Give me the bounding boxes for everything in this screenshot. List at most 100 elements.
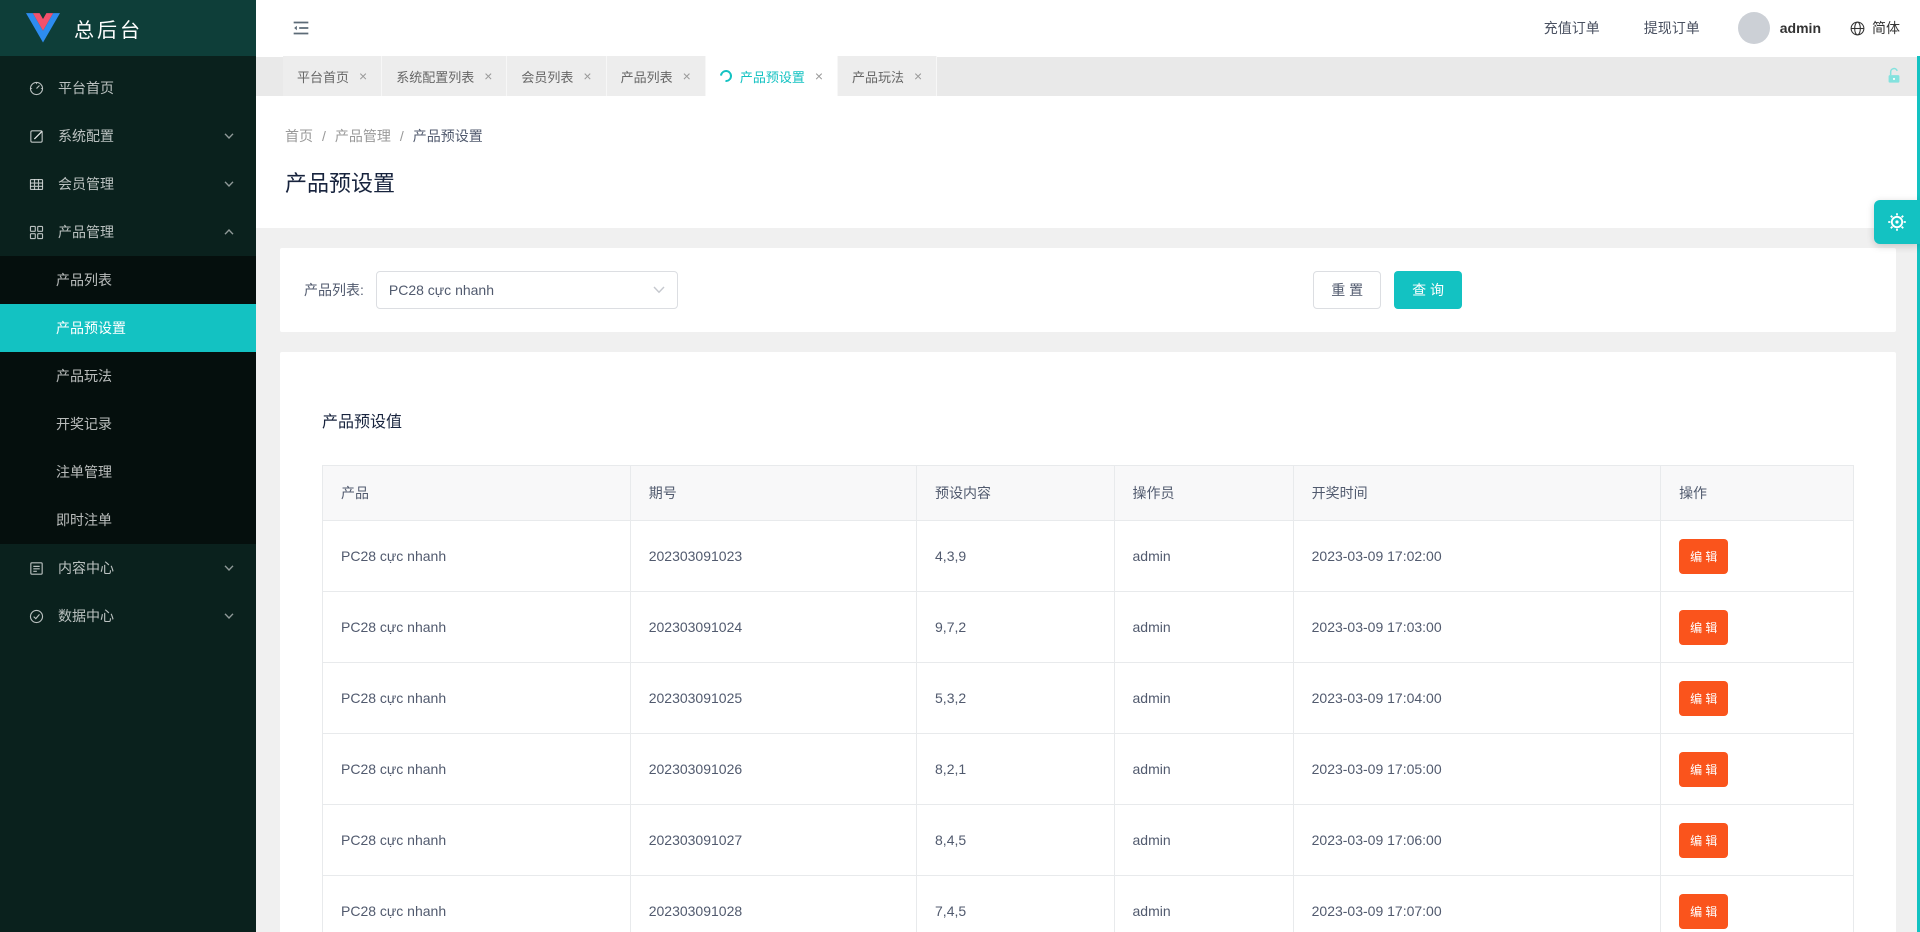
sidebar-item-label: 内容中心 xyxy=(58,558,224,578)
breadcrumb-item: 产品预设置 xyxy=(413,128,483,144)
cell-operator: admin xyxy=(1114,734,1293,805)
cell-product: PC28 cực nhanh xyxy=(323,663,631,734)
language-label: 简体 xyxy=(1872,18,1900,38)
sidebar-item[interactable]: 会员管理 xyxy=(0,160,256,208)
close-icon[interactable]: × xyxy=(914,69,922,83)
table-row: PC28 cực nhanh2023030910278,4,5admin2023… xyxy=(323,805,1854,876)
settings-gear-button[interactable] xyxy=(1874,200,1920,244)
sidebar-subitem[interactable]: 产品玩法 xyxy=(0,352,256,400)
sidebar-subitem[interactable]: 产品预设置 xyxy=(0,304,256,352)
cell-product: PC28 cực nhanh xyxy=(323,521,631,592)
edit-button[interactable]: 编 辑 xyxy=(1679,752,1728,787)
chevron-down-icon xyxy=(224,181,234,187)
lock-icon[interactable] xyxy=(1884,66,1904,86)
table-header-row: 产品期号预设内容操作员开奖时间操作 xyxy=(323,466,1854,521)
language-switch[interactable]: 简体 xyxy=(1849,18,1900,38)
tab-label: 产品玩法 xyxy=(852,67,904,86)
edit-button[interactable]: 编 辑 xyxy=(1679,823,1728,858)
cell-preset: 9,7,2 xyxy=(917,592,1114,663)
close-icon[interactable]: × xyxy=(359,69,367,83)
cell-operator: admin xyxy=(1114,805,1293,876)
sidebar-subitem[interactable]: 注单管理 xyxy=(0,448,256,496)
product-select[interactable]: PC28 cực nhanh xyxy=(376,271,678,309)
breadcrumb-separator: / xyxy=(322,128,326,144)
sidebar-subitem[interactable]: 产品列表 xyxy=(0,256,256,304)
refresh-icon xyxy=(717,68,734,85)
withdraw-orders-link[interactable]: 提现订单 xyxy=(1644,18,1700,38)
breadcrumb-item[interactable]: 首页 xyxy=(285,128,313,144)
tab-label: 产品预设置 xyxy=(740,67,805,86)
sidebar-subitem-label: 注单管理 xyxy=(56,464,112,480)
avatar[interactable] xyxy=(1738,12,1770,44)
edit-button[interactable]: 编 辑 xyxy=(1679,539,1728,574)
cell-time: 2023-03-09 17:06:00 xyxy=(1293,805,1660,876)
close-icon[interactable]: × xyxy=(815,69,823,83)
sidebar-subitem-label: 产品预设置 xyxy=(56,320,126,336)
table-row: PC28 cực nhanh2023030910268,2,1admin2023… xyxy=(323,734,1854,805)
sidebar-subitem-label: 开奖记录 xyxy=(56,416,112,432)
tab-label: 平台首页 xyxy=(297,67,349,86)
column-header: 预设内容 xyxy=(917,466,1114,521)
chevron-down-icon xyxy=(224,565,234,571)
cell-product: PC28 cực nhanh xyxy=(323,805,631,876)
sidebar-subitem-label: 即时注单 xyxy=(56,512,112,528)
dashboard-icon xyxy=(28,79,46,97)
recharge-orders-link[interactable]: 充值订单 xyxy=(1544,18,1600,38)
tab[interactable]: 产品玩法 × xyxy=(838,56,937,96)
cell-operator: admin xyxy=(1114,521,1293,592)
cell-product: PC28 cực nhanh xyxy=(323,876,631,932)
sidebar-subitem[interactable]: 即时注单 xyxy=(0,496,256,544)
sidebar-item[interactable]: 产品管理 xyxy=(0,208,256,256)
query-button[interactable]: 查 询 xyxy=(1394,271,1462,309)
cell-time: 2023-03-09 17:03:00 xyxy=(1293,592,1660,663)
sidebar-menu: 平台首页 系统配置 会员管理 产品管理 产品列表 产品预设置 产品玩法 xyxy=(0,56,256,932)
cell-operator: admin xyxy=(1114,592,1293,663)
sidebar-item[interactable]: 数据中心 xyxy=(0,592,256,640)
edit-button[interactable]: 编 辑 xyxy=(1679,681,1728,716)
table-row: PC28 cực nhanh2023030910287,4,5admin2023… xyxy=(323,876,1854,932)
breadcrumb: 首页/产品管理/产品预设置 xyxy=(285,126,1891,146)
cell-preset: 8,4,5 xyxy=(917,805,1114,876)
tab-label: 系统配置列表 xyxy=(396,67,474,86)
tab[interactable]: 系统配置列表 × xyxy=(382,56,507,96)
app-title: 总后台 xyxy=(74,14,143,43)
sidebar-item-label: 产品管理 xyxy=(58,222,224,242)
section-title: 产品预设值 xyxy=(322,408,1854,432)
edit-button[interactable]: 编 辑 xyxy=(1679,894,1728,929)
sidebar-item[interactable]: 平台首页 xyxy=(0,64,256,112)
cell-action: 编 辑 xyxy=(1661,663,1854,734)
tab-label: 会员列表 xyxy=(521,67,573,86)
breadcrumb-item[interactable]: 产品管理 xyxy=(335,128,391,144)
edit-button[interactable]: 编 辑 xyxy=(1679,610,1728,645)
column-header: 产品 xyxy=(323,466,631,521)
page-title: 产品预设置 xyxy=(285,166,1891,198)
tab[interactable]: 平台首页 × xyxy=(283,56,382,96)
sidebar-subitem[interactable]: 开奖记录 xyxy=(0,400,256,448)
config-icon xyxy=(28,127,46,145)
sidebar-subitem-label: 产品玩法 xyxy=(56,368,112,384)
page-content: 首页/产品管理/产品预设置 产品预设置 产品列表: PC28 cực nhanh… xyxy=(256,96,1920,932)
content-icon xyxy=(28,559,46,577)
product-select-value: PC28 cực nhanh xyxy=(389,282,494,298)
cell-issue: 202303091028 xyxy=(630,876,916,932)
sidebar-item[interactable]: 内容中心 xyxy=(0,544,256,592)
cell-preset: 4,3,9 xyxy=(917,521,1114,592)
logo-v-icon xyxy=(26,13,60,43)
cell-preset: 5,3,2 xyxy=(917,663,1114,734)
logo[interactable]: 总后台 xyxy=(0,0,256,56)
sidebar-item[interactable]: 系统配置 xyxy=(0,112,256,160)
gear-icon xyxy=(1885,210,1909,234)
sidebar-item-label: 数据中心 xyxy=(58,606,224,626)
sidebar-collapse-icon[interactable] xyxy=(290,17,312,39)
tab[interactable]: 产品预设置 × xyxy=(706,56,838,96)
tab-bar: 平台首页 × 系统配置列表 × 会员列表 × 产品列表 × 产品预设置 × 产品… xyxy=(256,56,1920,96)
cell-action: 编 辑 xyxy=(1661,876,1854,932)
close-icon[interactable]: × xyxy=(683,69,691,83)
cell-action: 编 辑 xyxy=(1661,592,1854,663)
table-row: PC28 cực nhanh2023030910234,3,9admin2023… xyxy=(323,521,1854,592)
reset-button[interactable]: 重 置 xyxy=(1313,271,1381,309)
close-icon[interactable]: × xyxy=(583,69,591,83)
close-icon[interactable]: × xyxy=(484,69,492,83)
tab[interactable]: 产品列表 × xyxy=(607,56,706,96)
tab[interactable]: 会员列表 × xyxy=(507,56,606,96)
